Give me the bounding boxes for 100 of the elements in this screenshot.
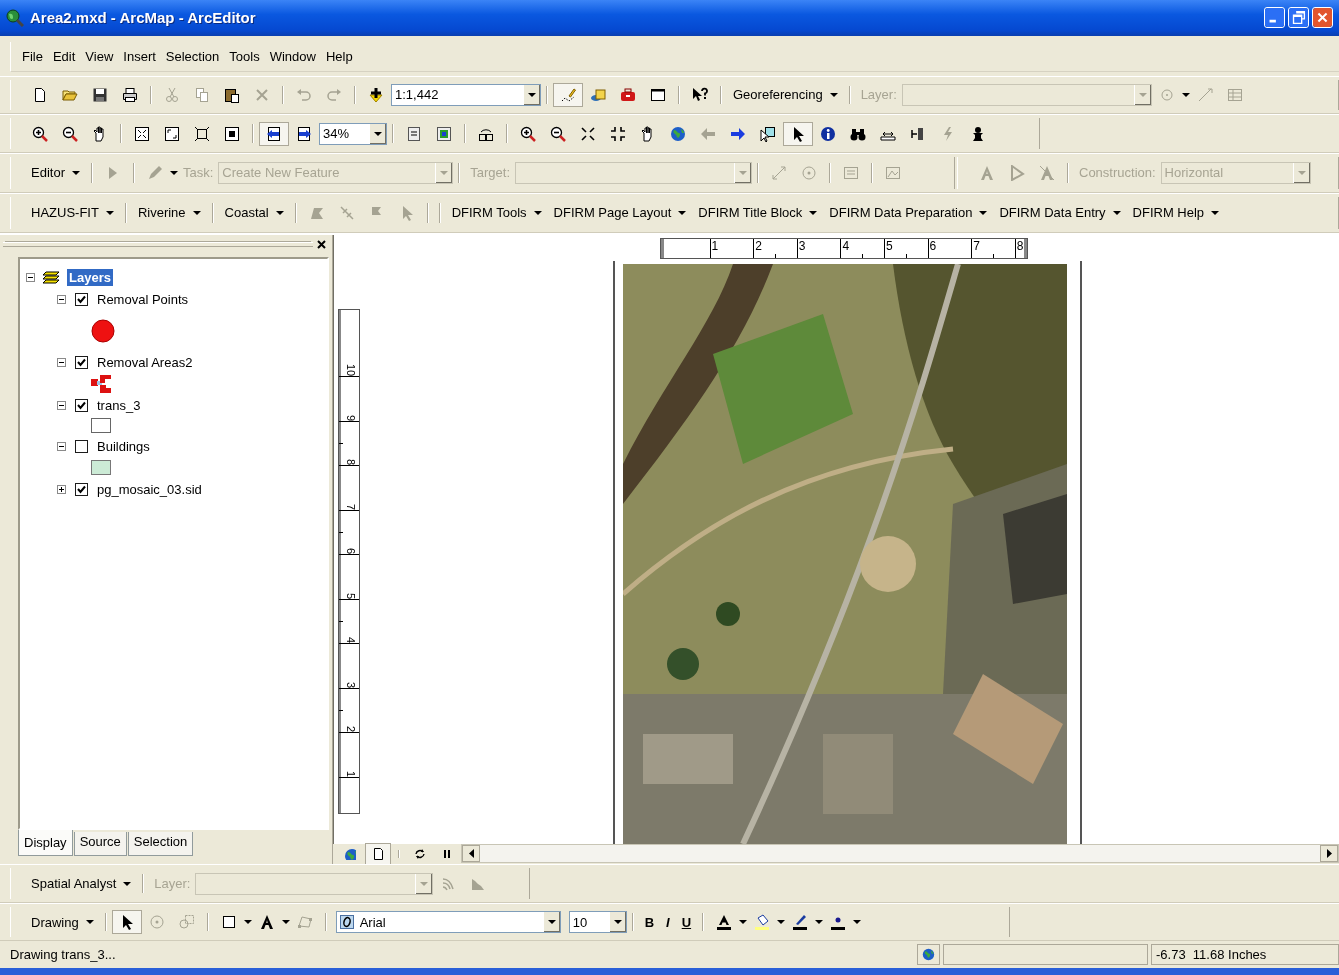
toolbar-menu[interactable]: HAZUS-FIT bbox=[25, 202, 120, 224]
expand-icon[interactable] bbox=[57, 484, 66, 494]
menu-item[interactable]: Insert bbox=[118, 46, 161, 66]
checked-checkbox[interactable] bbox=[75, 355, 88, 369]
clipboard-icon[interactable] bbox=[224, 86, 240, 103]
fixed-zoom-out-icon[interactable] bbox=[610, 125, 626, 142]
font-color-icon[interactable] bbox=[716, 914, 733, 931]
scroll-right-icon[interactable] bbox=[1326, 849, 1332, 859]
target-label: Target: bbox=[469, 165, 512, 181]
save-icon[interactable] bbox=[92, 86, 108, 103]
scroll-left-icon[interactable] bbox=[468, 849, 474, 859]
full-extent-icon[interactable] bbox=[670, 125, 686, 142]
menu-item[interactable]: Edit bbox=[47, 46, 81, 66]
printer-icon[interactable] bbox=[122, 86, 138, 103]
swipe-icon[interactable] bbox=[910, 125, 926, 142]
underline-button[interactable]: U bbox=[675, 911, 698, 933]
focus-frame-icon[interactable] bbox=[436, 125, 452, 142]
window-icon[interactable] bbox=[650, 86, 666, 103]
zoom-in-page-icon[interactable] bbox=[32, 125, 48, 142]
page-layout-icon[interactable] bbox=[372, 846, 384, 861]
actual-size-icon[interactable] bbox=[224, 125, 240, 142]
toolbar-menu[interactable]: DFIRM Page Layout bbox=[547, 202, 693, 224]
text-a-icon[interactable] bbox=[258, 914, 275, 931]
toolbar-menu[interactable]: Riverine bbox=[131, 202, 207, 224]
toolbar-menu[interactable]: Coastal bbox=[218, 202, 290, 224]
refresh-icon[interactable] bbox=[414, 847, 426, 860]
collapse-icon[interactable] bbox=[57, 357, 66, 367]
line-color-icon[interactable] bbox=[792, 914, 809, 931]
caret-icon bbox=[533, 210, 542, 215]
help-pointer-icon[interactable] bbox=[692, 86, 708, 103]
collapse-icon[interactable] bbox=[57, 441, 66, 451]
data-frame-name[interactable]: Layers bbox=[67, 269, 113, 287]
checked-checkbox[interactable] bbox=[75, 292, 88, 306]
toggle-draft-icon[interactable] bbox=[406, 125, 422, 142]
georeferencing-menu[interactable]: Georeferencing bbox=[727, 84, 844, 106]
menu-item[interactable]: File bbox=[17, 46, 48, 66]
fixed-zoom-in-icon[interactable] bbox=[580, 125, 596, 142]
globe-icon[interactable] bbox=[344, 847, 356, 860]
italic-button[interactable]: I bbox=[660, 911, 676, 933]
unchecked-checkbox[interactable] bbox=[75, 439, 88, 453]
tab[interactable]: Display bbox=[18, 829, 73, 856]
previous-extent-icon[interactable] bbox=[266, 125, 282, 142]
next-extent-icon[interactable] bbox=[296, 125, 312, 142]
select-elements-icon[interactable] bbox=[760, 125, 776, 142]
minimize-icon[interactable] bbox=[1264, 7, 1285, 29]
toolbar-menu[interactable]: DFIRM Tools bbox=[445, 202, 548, 224]
collapse-icon[interactable] bbox=[26, 273, 35, 283]
tab[interactable]: Source bbox=[73, 831, 127, 856]
fill-color-icon[interactable] bbox=[754, 914, 771, 931]
menu-item[interactable]: View bbox=[80, 46, 119, 66]
toolbar-menu[interactable]: DFIRM Help bbox=[1126, 202, 1226, 224]
copy-icon[interactable] bbox=[194, 86, 210, 103]
toolbar-menu[interactable]: DFIRM Title Block bbox=[692, 202, 824, 224]
zoom-out-page-icon[interactable] bbox=[62, 125, 78, 142]
zoom-whole-page-icon[interactable] bbox=[134, 125, 150, 142]
fixed-zoom-page-icon[interactable] bbox=[194, 125, 210, 142]
scale-field[interactable]: 1:1,442 bbox=[391, 83, 541, 106]
editor-menu[interactable]: Editor bbox=[25, 162, 86, 184]
collapse-icon[interactable] bbox=[57, 400, 66, 410]
menu-item[interactable]: Window bbox=[264, 46, 321, 66]
editor-pencil-icon[interactable] bbox=[560, 86, 576, 103]
checked-checkbox[interactable] bbox=[75, 482, 88, 496]
checked-checkbox[interactable] bbox=[75, 398, 88, 412]
target-field[interactable] bbox=[515, 162, 753, 184]
rectangle-icon[interactable] bbox=[220, 914, 237, 931]
menu-item[interactable]: Tools bbox=[224, 46, 265, 66]
add-data-icon[interactable] bbox=[368, 86, 384, 103]
figure-icon[interactable] bbox=[970, 125, 986, 142]
drawing-menu[interactable]: Drawing bbox=[25, 911, 100, 933]
zoom-field[interactable]: 34% bbox=[319, 122, 387, 145]
restore-icon[interactable] bbox=[1288, 7, 1309, 29]
layer-name[interactable]: pg_mosaic_03.sid bbox=[97, 481, 202, 497]
font-field[interactable]: Arial bbox=[335, 911, 561, 934]
collapse-icon[interactable] bbox=[57, 294, 66, 304]
layer-field[interactable] bbox=[195, 872, 434, 895]
spatial-analyst-menu[interactable]: Spatial Analyst bbox=[25, 873, 138, 895]
layer-name[interactable]: Buildings bbox=[97, 438, 150, 454]
toolbar-menu[interactable]: DFIRM Data Entry bbox=[993, 202, 1127, 224]
layer-field[interactable] bbox=[901, 83, 1152, 106]
new-document-icon[interactable] bbox=[32, 86, 48, 103]
forward-arrow-icon[interactable] bbox=[730, 125, 746, 142]
catalog-icon[interactable] bbox=[590, 86, 606, 103]
caret-icon bbox=[1297, 171, 1306, 175]
toolbar-menu[interactable]: DFIRM Data Preparation bbox=[823, 202, 994, 224]
toolbox-icon[interactable] bbox=[620, 86, 636, 103]
ruler-number: 6 bbox=[344, 548, 357, 555]
identify-icon[interactable] bbox=[820, 125, 836, 142]
layer-name[interactable]: Removal Points bbox=[97, 291, 189, 307]
zoom-in-icon[interactable] bbox=[520, 125, 536, 142]
font-size-field[interactable]: 10 bbox=[568, 911, 627, 934]
layer-name[interactable]: Removal Areas2 bbox=[97, 354, 193, 370]
tab[interactable]: Selection bbox=[127, 831, 194, 856]
menu-item[interactable]: Selection bbox=[160, 46, 225, 66]
layer-name[interactable]: trans_3 bbox=[97, 397, 141, 413]
menu-item[interactable]: Help bbox=[320, 46, 358, 66]
bold-button[interactable]: B bbox=[638, 911, 661, 933]
pause-icon[interactable] bbox=[442, 847, 452, 860]
zoom-out-icon[interactable] bbox=[550, 125, 566, 142]
zoom-to-100-icon[interactable] bbox=[164, 125, 180, 142]
close-icon[interactable] bbox=[317, 240, 326, 250]
